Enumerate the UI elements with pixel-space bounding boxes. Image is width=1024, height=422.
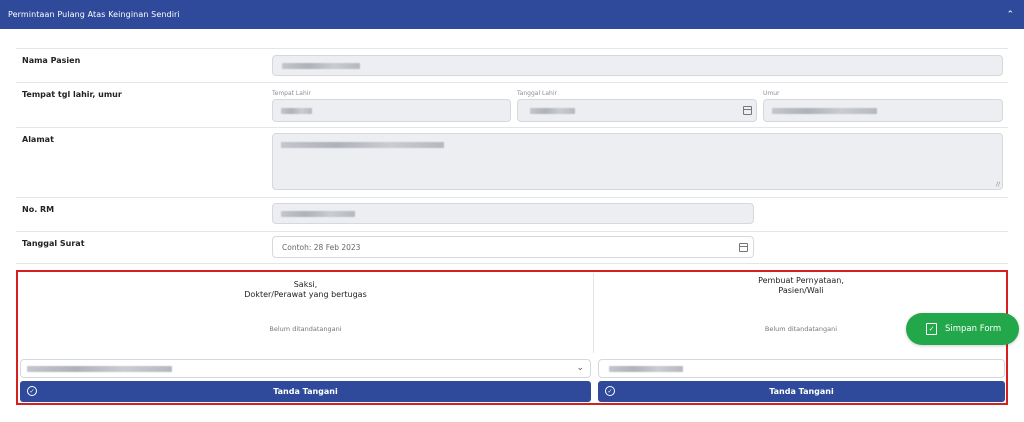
form-header[interactable]: Permintaan Pulang Atas Keinginan Sendiri… <box>0 0 1024 29</box>
witness-sign-label: Tanda Tangani <box>273 387 338 396</box>
tanggal-lahir-field[interactable] <box>517 99 757 122</box>
chevron-up-icon[interactable]: ⌃ <box>1006 10 1014 20</box>
tanggal-surat-label: Tanggal Surat <box>22 239 85 248</box>
declarant-input[interactable] <box>598 359 1005 378</box>
nama-pasien-label: Nama Pasien <box>22 56 81 65</box>
declarant-title: Pembuat Pernyataan, Pasien/Wali <box>596 276 1006 296</box>
witness-title-line1: Saksi, <box>293 280 318 289</box>
nama-pasien-field[interactable] <box>272 55 1003 76</box>
redacted-value <box>609 366 683 372</box>
check-circle-icon: ✓ <box>27 386 37 396</box>
witness-select[interactable]: ⌄ <box>20 359 591 378</box>
redacted-value <box>281 108 312 114</box>
tempat-tgl-lahir-label: Tempat tgl lahir, umur <box>22 90 122 99</box>
redacted-value <box>281 211 355 217</box>
tempat-lahir-field[interactable] <box>272 99 511 122</box>
form-title: Permintaan Pulang Atas Keinginan Sendiri <box>8 10 180 19</box>
save-form-button[interactable]: ✓ Simpan Form <box>906 313 1019 345</box>
calendar-icon[interactable] <box>743 106 752 115</box>
redacted-value <box>772 108 877 114</box>
tanggal-surat-input[interactable]: Contoh: 28 Feb 2023 <box>272 236 754 258</box>
no-rm-label: No. RM <box>22 205 55 214</box>
declarant-title-line2: Pasien/Wali <box>778 286 824 295</box>
save-form-label: Simpan Form <box>945 324 1002 334</box>
umur-sublabel: Umur <box>763 90 780 97</box>
resize-handle-icon[interactable]: ∕∕ <box>996 181 1000 188</box>
tanggal-lahir-sublabel: Tanggal Lahir <box>517 90 557 97</box>
redacted-value <box>530 108 575 114</box>
redacted-value <box>281 142 444 148</box>
witness-sign-button[interactable]: ✓ Tanda Tangani <box>20 381 591 402</box>
redacted-value <box>282 63 360 69</box>
calendar-icon[interactable] <box>739 243 748 252</box>
declarant-title-line1: Pembuat Pernyataan, <box>758 276 844 285</box>
save-document-icon: ✓ <box>926 323 937 335</box>
tempat-lahir-sublabel: Tempat Lahir <box>272 90 311 97</box>
alamat-textarea[interactable]: ∕∕ <box>272 133 1003 190</box>
declarant-sign-label: Tanda Tangani <box>769 387 834 396</box>
check-circle-icon: ✓ <box>605 386 615 396</box>
witness-title: Saksi, Dokter/Perawat yang bertugas <box>18 280 593 300</box>
declarant-sign-button[interactable]: ✓ Tanda Tangani <box>598 381 1005 402</box>
signature-divider <box>593 273 594 353</box>
tanggal-surat-placeholder: Contoh: 28 Feb 2023 <box>282 243 361 252</box>
witness-status: Belum ditandatangani <box>269 325 342 333</box>
redacted-value <box>27 366 172 372</box>
no-rm-field[interactable] <box>272 203 754 224</box>
witness-title-line2: Dokter/Perawat yang bertugas <box>244 290 367 299</box>
alamat-label: Alamat <box>22 135 54 144</box>
umur-field[interactable] <box>763 99 1003 122</box>
chevron-down-icon[interactable]: ⌄ <box>576 363 584 373</box>
